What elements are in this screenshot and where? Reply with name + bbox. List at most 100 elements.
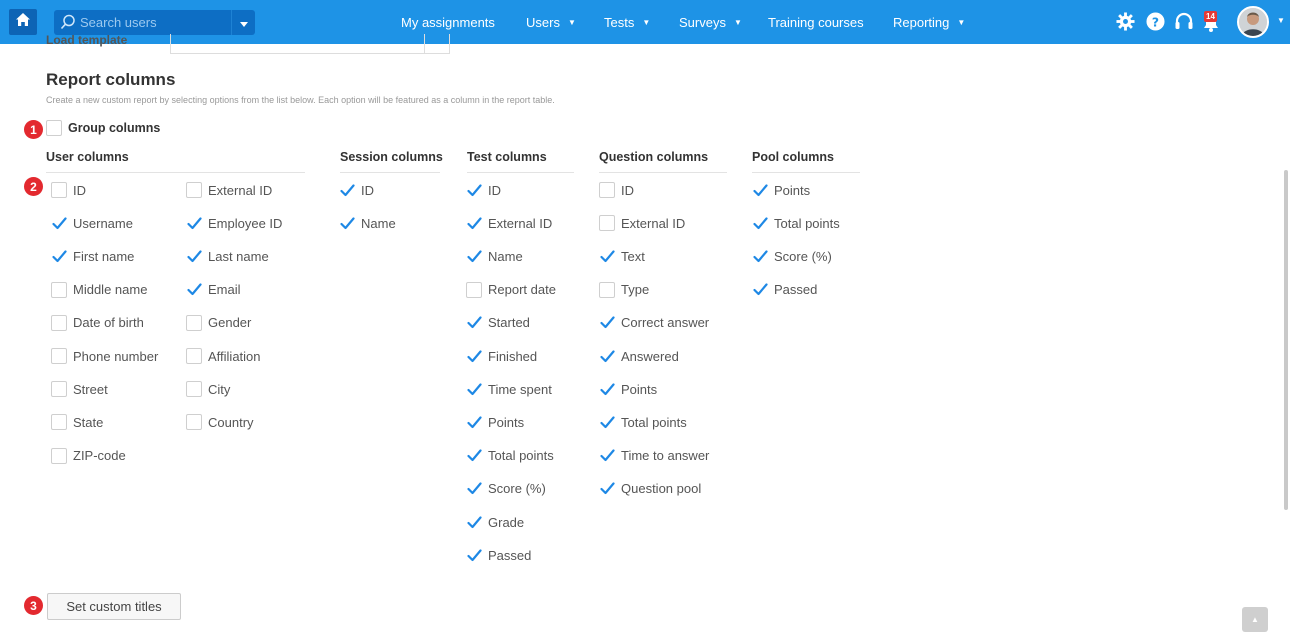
- user-column-checkbox[interactable]: First name: [51, 248, 134, 264]
- user-column-checkbox[interactable]: Country: [186, 414, 254, 431]
- test-column-checkbox[interactable]: Started: [466, 315, 530, 331]
- search-input[interactable]: [80, 13, 230, 32]
- question-column-checkbox[interactable]: Type: [599, 281, 650, 298]
- checkbox-label: Question pool: [621, 481, 702, 497]
- user-column-checkbox[interactable]: Gender: [186, 314, 251, 331]
- search-filter-dropdown[interactable]: [231, 10, 255, 35]
- divider: [46, 172, 305, 173]
- test-column-checkbox[interactable]: Passed: [466, 547, 531, 563]
- session-column-checkbox[interactable]: Name: [339, 215, 396, 231]
- headset-icon[interactable]: [1174, 12, 1194, 36]
- avatar[interactable]: [1237, 6, 1269, 38]
- pool-column-checkbox[interactable]: Points: [752, 182, 810, 198]
- nav-training-courses[interactable]: Training courses: [768, 15, 864, 30]
- user-column-checkbox[interactable]: Middle name: [51, 281, 147, 298]
- nav-surveys[interactable]: Surveys ▼: [679, 15, 742, 30]
- question-column-checkbox[interactable]: Answered: [599, 348, 679, 364]
- user-column-checkbox[interactable]: ID: [51, 182, 86, 198]
- step-marker-1: 1: [24, 120, 43, 139]
- checkbox-label: Text: [621, 248, 645, 264]
- set-custom-titles-button[interactable]: Set custom titles: [47, 593, 181, 620]
- home-button[interactable]: [9, 9, 37, 35]
- user-column-checkbox[interactable]: Last name: [186, 248, 269, 264]
- checkmark-icon: [599, 315, 615, 331]
- test-column-checkbox[interactable]: Finished: [466, 348, 537, 364]
- user-column-checkbox[interactable]: State: [51, 414, 104, 431]
- user-column-checkbox[interactable]: Affiliation: [186, 348, 261, 364]
- checkmark-icon: [599, 381, 615, 397]
- pool-column-checkbox[interactable]: Total points: [752, 215, 840, 231]
- checkbox-label: ID: [361, 182, 374, 198]
- nav-reporting[interactable]: Reporting ▼: [893, 15, 965, 30]
- checkbox-box: [51, 447, 67, 464]
- nav-users[interactable]: Users ▼: [526, 15, 576, 30]
- checkmark-icon: [599, 414, 615, 430]
- caret-down-icon[interactable]: ▼: [1277, 16, 1285, 25]
- checkbox-label: Points: [774, 182, 811, 198]
- user-column-checkbox[interactable]: Employee ID: [186, 215, 282, 231]
- question-column-checkbox[interactable]: External ID: [599, 215, 685, 232]
- checkbox-box: [599, 182, 615, 198]
- checkmark-icon: [466, 547, 482, 563]
- question-column-checkbox[interactable]: Text: [599, 248, 645, 264]
- user-column-checkbox[interactable]: City: [186, 381, 230, 398]
- template-select[interactable]: [170, 34, 450, 54]
- user-column-checkbox[interactable]: ZIP-code: [51, 447, 126, 464]
- question-column-checkbox[interactable]: Correct answer: [599, 315, 709, 331]
- checkmark-icon: [466, 248, 482, 264]
- test-column-checkbox[interactable]: ID: [466, 182, 501, 198]
- test-column-checkbox[interactable]: Total points: [466, 448, 554, 464]
- nav-label: My assignments: [401, 15, 495, 30]
- checkbox-label: Total points: [488, 448, 554, 464]
- checkbox-box: [599, 215, 615, 232]
- user-column-checkbox[interactable]: External ID: [186, 182, 272, 198]
- checkbox-box: [51, 414, 67, 431]
- user-column-checkbox[interactable]: Email: [186, 282, 241, 298]
- checkbox-label: Last name: [208, 248, 269, 264]
- checkbox-box: [46, 120, 62, 136]
- checkbox-label: Points: [488, 414, 525, 430]
- help-icon[interactable]: ?: [1146, 12, 1165, 36]
- nav-my-assignments[interactable]: My assignments: [401, 15, 495, 30]
- question-column-checkbox[interactable]: Time to answer: [599, 448, 709, 464]
- pool-column-checkbox[interactable]: Passed: [752, 282, 817, 298]
- nav-tests[interactable]: Tests ▼: [604, 15, 650, 30]
- checkbox-label: Points: [621, 381, 658, 397]
- user-column-checkbox[interactable]: Phone number: [51, 348, 158, 364]
- checkmark-icon: [466, 215, 482, 231]
- checkbox-label: Email: [208, 282, 241, 298]
- question-column-checkbox[interactable]: Points: [599, 381, 657, 397]
- group-columns-checkbox[interactable]: Group columns: [46, 120, 160, 136]
- test-column-checkbox[interactable]: Name: [466, 248, 523, 264]
- test-column-checkbox[interactable]: Report date: [466, 281, 556, 298]
- checkbox-label: Passed: [774, 282, 818, 298]
- question-column-checkbox[interactable]: Total points: [599, 414, 687, 430]
- checkbox-label: Street: [73, 381, 108, 397]
- checkbox-box: [186, 182, 202, 198]
- test-column-checkbox[interactable]: Score (%): [466, 481, 546, 497]
- test-column-checkbox[interactable]: Points: [466, 414, 524, 430]
- question-column-checkbox[interactable]: ID: [599, 182, 634, 198]
- session-column-checkbox[interactable]: ID: [339, 182, 374, 198]
- checkmark-icon: [51, 248, 67, 264]
- checkbox-label: Type: [621, 282, 650, 298]
- checkbox-label: Answered: [621, 348, 679, 364]
- test-column-checkbox[interactable]: Time spent: [466, 381, 552, 397]
- nav-label: Users: [526, 15, 560, 30]
- checkmark-icon: [186, 215, 202, 231]
- checkbox-label: Total points: [621, 414, 687, 430]
- question-column-checkbox[interactable]: Question pool: [599, 481, 701, 497]
- user-column-checkbox[interactable]: Street: [51, 381, 108, 398]
- checkbox-label: State: [73, 414, 104, 430]
- scroll-to-top-button[interactable]: ▲: [1242, 607, 1268, 632]
- test-column-checkbox[interactable]: External ID: [466, 215, 552, 231]
- gear-icon[interactable]: [1116, 12, 1135, 36]
- user-column-checkbox[interactable]: Date of birth: [51, 314, 144, 331]
- user-column-checkbox[interactable]: Username: [51, 215, 133, 231]
- checkbox-box: [466, 281, 482, 298]
- pool-column-checkbox[interactable]: Score (%): [752, 248, 832, 264]
- scrollbar[interactable]: [1284, 170, 1288, 510]
- checkmark-icon: [752, 248, 768, 264]
- caret-down-icon: ▼: [733, 18, 742, 27]
- test-column-checkbox[interactable]: Grade: [466, 514, 524, 530]
